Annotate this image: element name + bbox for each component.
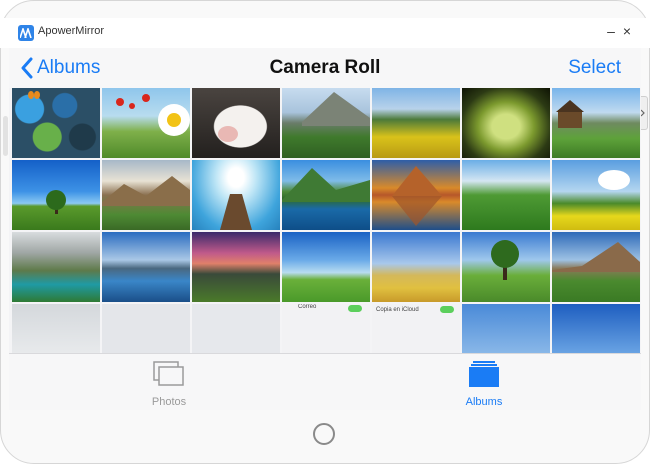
page-title: Camera Roll <box>269 57 381 78</box>
navigation-bar: Albums Camera Roll Select <box>9 48 641 88</box>
photo-thumbnail[interactable] <box>552 232 640 302</box>
tab-albums-label: Albums <box>465 396 503 408</box>
photo-thumbnail[interactable] <box>372 88 460 158</box>
photo-thumbnail[interactable] <box>282 232 370 302</box>
photo-thumbnail[interactable] <box>102 304 190 353</box>
photo-thumbnail[interactable] <box>12 304 100 353</box>
photo-thumbnail[interactable] <box>282 88 370 158</box>
photo-thumbnail[interactable] <box>282 160 370 230</box>
photo-thumbnail[interactable] <box>552 304 640 353</box>
home-button[interactable] <box>313 423 335 445</box>
photo-thumbnail[interactable] <box>372 232 460 302</box>
albums-stack-icon <box>469 361 499 387</box>
minimize-button[interactable]: – <box>603 22 619 40</box>
photo-thumbnail[interactable] <box>462 232 550 302</box>
tab-photos-label: Photos <box>151 396 187 408</box>
photo-thumbnail[interactable]: Correo <box>282 304 370 353</box>
photo-thumbnail[interactable] <box>462 88 550 158</box>
photo-thumbnail[interactable] <box>192 232 280 302</box>
toggle-switch <box>348 305 362 312</box>
side-handle-left <box>3 116 8 156</box>
tab-photos[interactable]: Photos <box>119 360 219 408</box>
select-button[interactable]: Select <box>568 57 621 79</box>
toggle-switch <box>440 306 454 313</box>
photo-thumbnail[interactable] <box>552 160 640 230</box>
tab-bar: Photos Albums <box>9 353 641 410</box>
photo-thumbnail[interactable]: Copia en iCloud <box>372 304 460 353</box>
photo-thumbnail[interactable] <box>12 232 100 302</box>
close-button[interactable]: × <box>619 22 635 40</box>
photo-thumbnail[interactable] <box>462 160 550 230</box>
settings-item-label: Correo <box>298 304 317 310</box>
settings-item-label: Copia en iCloud <box>376 307 419 313</box>
apowermirror-logo-icon <box>18 25 34 41</box>
photo-thumbnail[interactable] <box>12 88 100 158</box>
photo-thumbnail[interactable] <box>192 160 280 230</box>
photos-stack-icon <box>153 361 184 386</box>
photo-grid: Correo Copia en iCloud <box>12 88 641 353</box>
tab-albums[interactable]: Albums <box>434 360 534 408</box>
photo-thumbnail[interactable] <box>372 160 460 230</box>
photo-thumbnail[interactable] <box>192 88 280 158</box>
photo-thumbnail[interactable] <box>102 88 190 158</box>
phone-screen: Albums Camera Roll Select Correo Copia e… <box>9 48 641 410</box>
photo-thumbnail[interactable] <box>12 160 100 230</box>
app-title: ApowerMirror <box>38 25 105 37</box>
photo-thumbnail[interactable] <box>192 304 280 353</box>
window-titlebar: ApowerMirror – × <box>0 18 650 48</box>
photo-thumbnail[interactable] <box>552 88 640 158</box>
photo-thumbnail[interactable] <box>102 160 190 230</box>
photo-thumbnail[interactable] <box>102 232 190 302</box>
photo-thumbnail[interactable] <box>462 304 550 353</box>
